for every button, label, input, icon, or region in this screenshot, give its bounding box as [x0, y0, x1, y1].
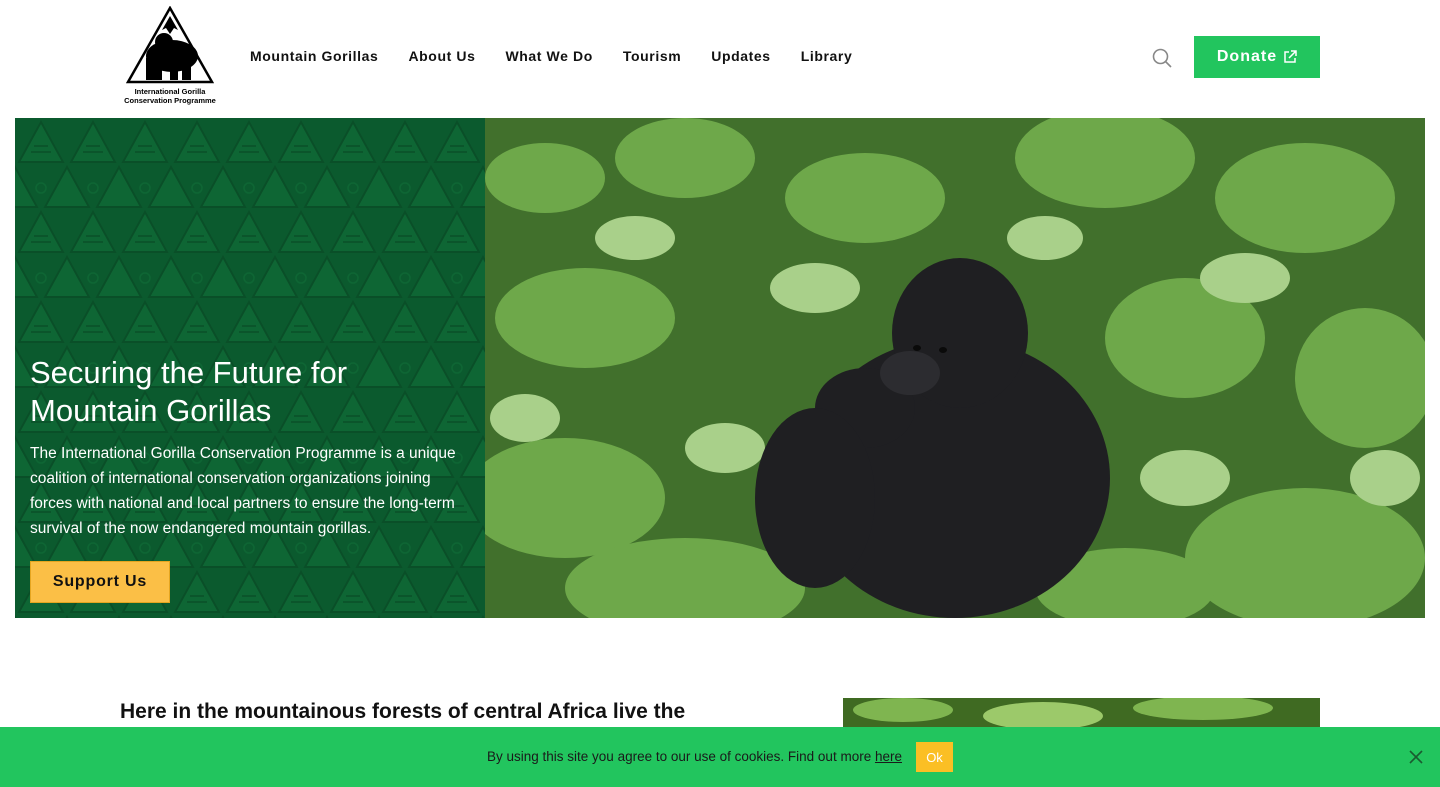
nav-what-we-do[interactable]: What We Do: [505, 48, 592, 64]
site-logo[interactable]: International Gorilla Conservation Progr…: [118, 6, 222, 108]
nav-about-us[interactable]: About Us: [408, 48, 475, 64]
nav-tourism[interactable]: Tourism: [623, 48, 681, 64]
main-nav: Mountain Gorillas About Us What We Do To…: [250, 48, 882, 64]
hero-gorilla-image: [485, 118, 1425, 618]
hero-section: Securing the Future for Mountain Gorilla…: [15, 118, 1425, 618]
cookie-ok-button[interactable]: Ok: [916, 742, 953, 772]
external-link-icon: [1284, 50, 1297, 63]
donate-label: Donate: [1216, 48, 1278, 65]
hero-title: Securing the Future for Mountain Gorilla…: [30, 355, 348, 428]
donate-button[interactable]: Donate: [1194, 36, 1320, 78]
site-header: International Gorilla Conservation Progr…: [0, 0, 1440, 118]
search-icon[interactable]: [1151, 47, 1173, 69]
hero-text-panel: Securing the Future for Mountain Gorilla…: [15, 118, 485, 618]
nav-updates[interactable]: Updates: [711, 48, 770, 64]
logo-text: International Gorilla Conservation Progr…: [124, 87, 216, 105]
intro-heading: Here in the mountainous forests of centr…: [120, 700, 686, 723]
nav-library[interactable]: Library: [801, 48, 853, 64]
nav-mountain-gorillas[interactable]: Mountain Gorillas: [250, 48, 378, 64]
cookie-policy-link[interactable]: here: [875, 749, 902, 764]
support-us-button[interactable]: Support Us: [30, 561, 170, 603]
hero-description: The International Gorilla Conservation P…: [30, 445, 456, 537]
cookie-message: By using this site you agree to our use …: [487, 749, 902, 764]
gorilla-logo-icon: [126, 6, 214, 84]
close-icon[interactable]: [1406, 747, 1426, 767]
cookie-consent-bar: By using this site you agree to our use …: [0, 727, 1440, 787]
